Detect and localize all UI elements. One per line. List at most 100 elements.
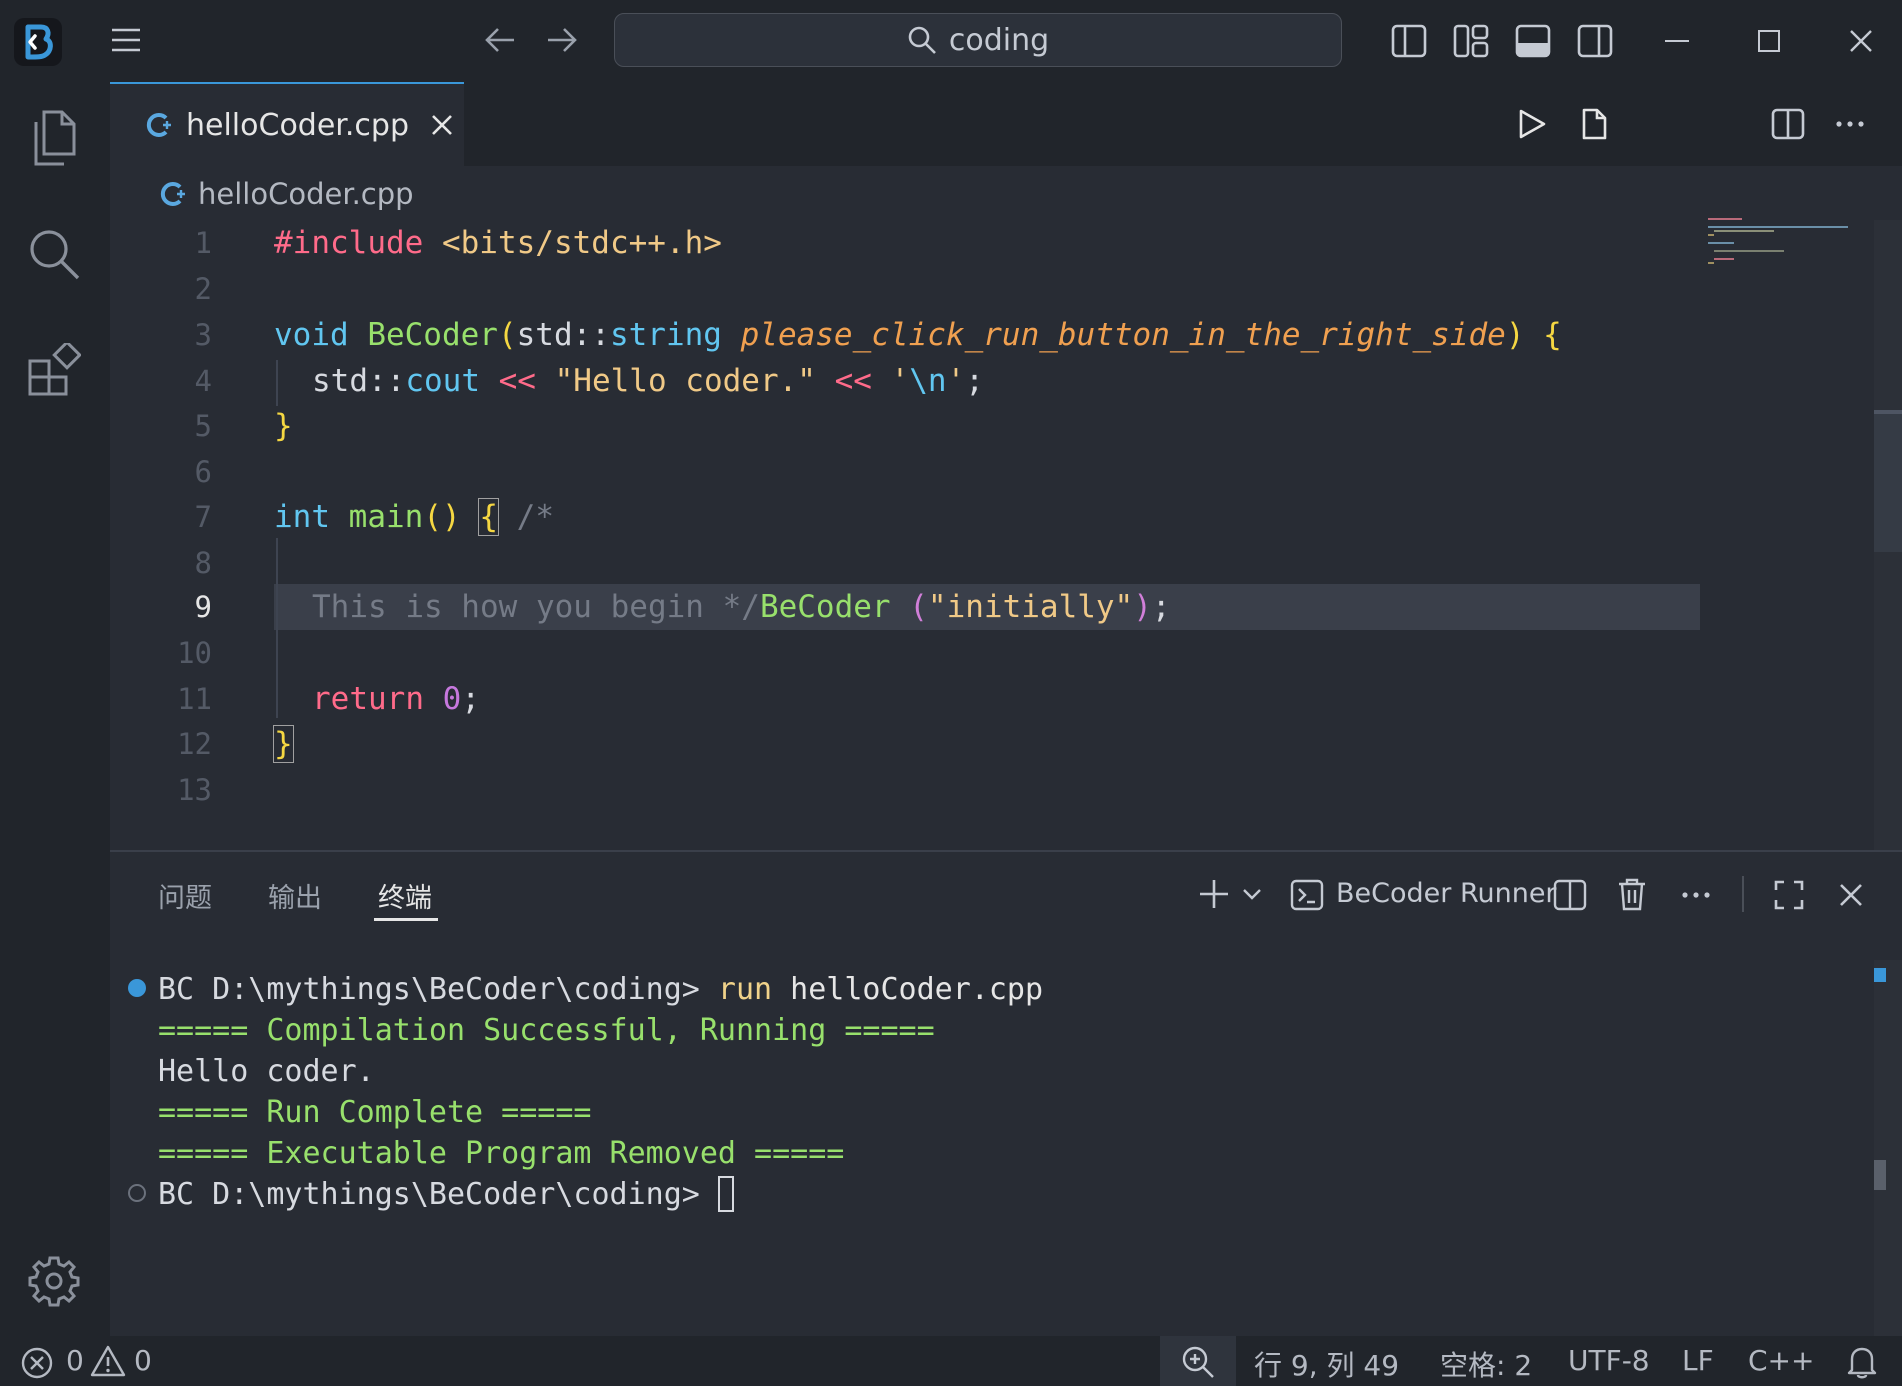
toggle-secondary-sidebar-icon[interactable] <box>1572 18 1618 64</box>
token-type: string <box>609 317 722 353</box>
token-namespace: std:: <box>312 363 406 399</box>
toggle-primary-sidebar-icon[interactable] <box>1386 18 1432 64</box>
line-number: 10 <box>177 636 212 670</box>
token-header: <bits/stdc++.h> <box>423 225 722 261</box>
forward-arrow-icon[interactable] <box>540 18 584 62</box>
open-file-icon[interactable] <box>1572 102 1616 146</box>
split-terminal-icon[interactable] <box>1550 876 1590 914</box>
editor-tab-hellocoder[interactable]: helloCoder.cpp <box>110 82 464 166</box>
token-operator: << <box>479 363 555 399</box>
new-terminal-icon[interactable] <box>1196 876 1232 912</box>
panel-tab-terminal[interactable]: 终端 <box>378 876 432 915</box>
terminal-prompt: BC D:\mythings\BeCoder\coding> <box>158 972 718 1007</box>
token-escape: \n <box>909 363 947 399</box>
line-number: 1 <box>194 226 212 260</box>
cursor-position[interactable]: 行 9, 列 49 <box>1254 1344 1399 1384</box>
language-mode[interactable]: C++ <box>1748 1344 1814 1377</box>
run-code-icon[interactable] <box>1510 102 1554 146</box>
line-number-current: 9 <box>194 590 212 624</box>
warning-count[interactable]: 0 <box>134 1344 152 1377</box>
token-paren: ) <box>1505 317 1525 353</box>
more-actions-icon[interactable] <box>1676 876 1716 914</box>
end-of-line[interactable]: LF <box>1682 1344 1714 1377</box>
maximize-panel-icon[interactable] <box>1770 876 1808 914</box>
extensions-icon[interactable] <box>26 340 82 400</box>
token-brace-matched: } <box>273 725 294 763</box>
menu-icon[interactable] <box>104 18 148 62</box>
minimap[interactable] <box>1706 212 1856 272</box>
back-arrow-icon[interactable] <box>478 18 522 62</box>
warning-icon[interactable] <box>90 1344 126 1380</box>
line-number: 6 <box>194 455 212 489</box>
terminal-line: ===== Compilation Successful, Running ==… <box>158 1013 935 1048</box>
more-actions-icon[interactable] <box>1828 102 1872 146</box>
token-brace: { <box>1524 317 1562 353</box>
code-line-7: int main() { /* <box>274 494 554 540</box>
command-success-indicator[interactable] <box>128 979 146 997</box>
token-brace-matched: { <box>478 498 499 536</box>
line-number: 3 <box>194 318 212 352</box>
toggle-panel-icon[interactable] <box>1510 18 1556 64</box>
terminal-icon <box>1288 876 1326 914</box>
close-panel-icon[interactable] <box>1832 876 1870 914</box>
search-sidebar-icon[interactable] <box>26 224 82 284</box>
tab-label: helloCoder.cpp <box>186 107 409 143</box>
zoom-in-icon[interactable] <box>1180 1344 1216 1380</box>
code-line-1: #include <bits/stdc++.h> <box>274 220 722 266</box>
command-search-box[interactable]: coding <box>614 13 1342 67</box>
terminal-line: ===== Run Complete ===== <box>158 1095 592 1130</box>
line-number: 11 <box>177 682 212 716</box>
token-number: 0 <box>423 681 462 717</box>
code-line-9: This is how you begin */BeCoder ("initia… <box>312 584 1171 630</box>
editor-scrollbar-cursor-marker <box>1874 410 1902 414</box>
terminal-scrollbar[interactable] <box>1874 960 1902 1336</box>
customize-layout-icon[interactable] <box>1448 18 1494 64</box>
error-icon[interactable] <box>20 1346 54 1380</box>
code-line-4: std::cout << "Hello coder." << '\n'; <box>312 358 984 404</box>
token-keyword: int <box>274 499 330 535</box>
token-parameter: please_click_run_button_in_the_right_sid… <box>721 317 1506 353</box>
search-icon <box>908 26 936 54</box>
token-identifier: cout <box>405 363 480 399</box>
chevron-down-icon[interactable] <box>1238 880 1266 908</box>
token-comment: /* <box>498 499 554 535</box>
breadcrumb[interactable]: helloCoder.cpp <box>160 172 414 216</box>
settings-gear-icon[interactable] <box>26 1252 82 1310</box>
minimize-icon[interactable] <box>1654 18 1700 64</box>
token-paren: () <box>423 499 461 535</box>
terminal-command: run <box>717 972 773 1007</box>
active-tab-indicator <box>374 918 438 921</box>
terminal-scrollbar-thumb[interactable] <box>1874 1160 1886 1190</box>
toolbar-separator <box>1742 876 1744 912</box>
search-query: coding <box>948 22 1050 58</box>
terminal-name[interactable]: BeCoder Runner <box>1336 878 1557 909</box>
close-tab-icon[interactable] <box>431 114 453 136</box>
token-semicolon: ; <box>461 681 480 717</box>
token-directive: #include <box>274 225 424 261</box>
cpp-file-icon <box>160 182 185 206</box>
token-char-quote: ' <box>946 363 966 399</box>
line-number: 4 <box>194 364 212 398</box>
panel-tab-problems[interactable]: 问题 <box>158 876 212 915</box>
file-encoding[interactable]: UTF-8 <box>1568 1344 1650 1377</box>
terminal-argument: helloCoder.cpp <box>772 972 1044 1007</box>
notifications-bell-icon[interactable] <box>1846 1344 1880 1380</box>
terminal-prompt-line[interactable]: BC D:\mythings\BeCoder\coding> <box>158 1175 718 1215</box>
error-count[interactable]: 0 <box>66 1344 84 1377</box>
terminal-scrollbar-marker <box>1874 968 1886 982</box>
token-paren: ( <box>890 589 928 625</box>
token-keyword: void <box>274 317 349 353</box>
panel-tab-output[interactable]: 输出 <box>268 876 322 915</box>
close-window-icon[interactable] <box>1838 18 1884 64</box>
split-editor-icon[interactable] <box>1766 102 1810 146</box>
line-number: 5 <box>194 409 212 443</box>
indentation[interactable]: 空格: 2 <box>1440 1344 1532 1384</box>
explorer-files-icon[interactable] <box>26 106 82 170</box>
editor-scrollbar-thumb[interactable] <box>1874 410 1902 552</box>
line-number: 7 <box>194 500 212 534</box>
token-semicolon: ; <box>1151 589 1171 625</box>
maximize-icon[interactable] <box>1746 18 1792 64</box>
token-string: "initially" <box>927 589 1134 625</box>
terminal-cursor <box>718 1176 734 1212</box>
trash-icon[interactable] <box>1612 874 1652 914</box>
